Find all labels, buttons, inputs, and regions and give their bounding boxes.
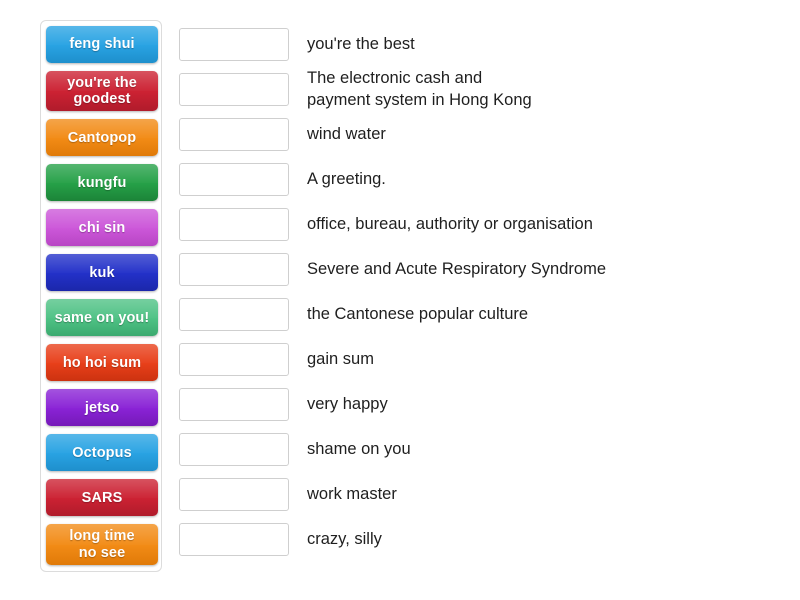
answer-text-line: gain sum <box>307 349 374 368</box>
drop-zone[interactable] <box>179 433 289 466</box>
answer-text-line: work master <box>307 484 397 503</box>
answer-text-line: A greeting. <box>307 169 386 188</box>
answer-text-line: shame on you <box>307 439 411 458</box>
tile-label: you're the goodest <box>67 75 137 108</box>
drop-zone[interactable] <box>179 253 289 286</box>
answer-row: Severe and Acute Respiratory Syndrome <box>179 247 800 292</box>
answer-row: The electronic cash and payment system in… <box>179 67 800 112</box>
answer-text: office, bureau, authority or organisatio… <box>307 214 593 236</box>
answer-text: Severe and Acute Respiratory Syndrome <box>307 259 606 281</box>
tile-label: SARS <box>81 489 123 506</box>
answer-text-line: payment system in Hong Kong <box>307 90 532 109</box>
drop-zone[interactable] <box>179 388 289 421</box>
draggable-tile[interactable]: kuk <box>46 254 158 292</box>
drop-zone[interactable] <box>179 523 289 556</box>
tile-label: long time no see <box>69 528 135 561</box>
answer-row: the Cantonese popular culture <box>179 292 800 337</box>
drop-zone[interactable] <box>179 298 289 331</box>
answer-text-line: wind water <box>307 124 386 143</box>
draggable-tile[interactable]: ho hoi sum <box>46 344 158 382</box>
answer-text-line: very happy <box>307 394 388 413</box>
tile-label: kungfu <box>77 174 127 191</box>
answer-text-line: you're the best <box>307 34 415 53</box>
answer-text-line: the Cantonese popular culture <box>307 304 529 323</box>
draggable-tile[interactable]: feng shui <box>46 26 158 63</box>
answer-text: The electronic cash and payment system in… <box>307 68 532 112</box>
draggable-tile[interactable]: Octopus <box>46 434 158 472</box>
answer-row: shame on you <box>179 427 800 472</box>
draggable-tile[interactable]: long time no see <box>46 524 158 565</box>
answer-text: crazy, silly <box>307 529 382 551</box>
answer-text: A greeting. <box>307 169 386 191</box>
answer-text-line: crazy, silly <box>307 529 382 548</box>
drop-zone[interactable] <box>179 343 289 376</box>
answer-text: gain sum <box>307 349 374 371</box>
draggable-tile[interactable]: Cantopop <box>46 119 158 157</box>
answer-row: work master <box>179 472 800 517</box>
answer-text-line: The electronic cash and <box>307 68 483 87</box>
draggable-tile[interactable]: same on you! <box>46 299 158 337</box>
tile-label: jetso <box>84 399 120 416</box>
draggable-tile[interactable]: you're the goodest <box>46 71 158 112</box>
answer-row: wind water <box>179 112 800 157</box>
drop-zone[interactable] <box>179 208 289 241</box>
answer-row: office, bureau, authority or organisatio… <box>179 202 800 247</box>
answer-row: you're the best <box>179 22 800 67</box>
drop-zone[interactable] <box>179 163 289 196</box>
answer-row: gain sum <box>179 337 800 382</box>
answer-row: very happy <box>179 382 800 427</box>
drop-zone[interactable] <box>179 118 289 151</box>
draggable-tile[interactable]: kungfu <box>46 164 158 202</box>
answer-list: you're the best The electronic cash and pa… <box>179 22 800 562</box>
answer-text-line: Severe and Acute Respiratory Syndrome <box>307 259 606 278</box>
tile-tray: feng shui you're the goodest Cantopop kungfu… <box>40 20 162 572</box>
tile-label: same on you! <box>54 309 150 326</box>
tile-label: kuk <box>89 264 115 281</box>
tile-label: feng shui <box>69 36 135 53</box>
tile-label: chi sin <box>78 219 126 236</box>
answer-text: work master <box>307 484 397 506</box>
answer-row: crazy, silly <box>179 517 800 562</box>
tile-label: Cantopop <box>67 129 137 146</box>
draggable-tile[interactable]: SARS <box>46 479 158 517</box>
drop-zone[interactable] <box>179 478 289 511</box>
draggable-tile[interactable]: chi sin <box>46 209 158 247</box>
answer-text: you're the best <box>307 34 415 56</box>
answer-row: A greeting. <box>179 157 800 202</box>
drop-zone[interactable] <box>179 73 289 106</box>
tile-label: Octopus <box>72 444 132 461</box>
answer-text: shame on you <box>307 439 411 461</box>
answer-text: very happy <box>307 394 388 416</box>
draggable-tile[interactable]: jetso <box>46 389 158 427</box>
answer-text: the Cantonese popular culture <box>307 304 528 326</box>
answer-text: wind water <box>307 124 386 146</box>
answer-text-line: office, bureau, authority or organisatio… <box>307 214 593 233</box>
match-up-activity: feng shui you're the goodest Cantopop kungfu… <box>0 0 800 600</box>
drop-zone[interactable] <box>179 28 289 61</box>
tile-label: ho hoi sum <box>62 354 142 371</box>
